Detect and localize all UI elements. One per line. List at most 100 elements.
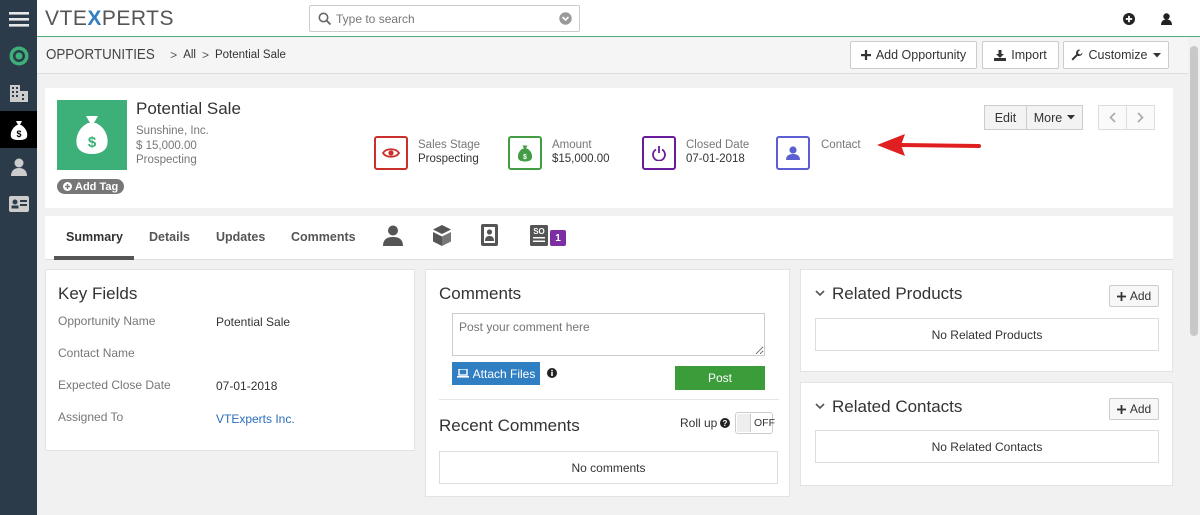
record-header-card: $ Potential Sale Sunshine, Inc. $ 15,000… [45,88,1173,208]
home-dashboard-icon[interactable] [0,37,37,74]
customize-label: Customize [1088,48,1148,62]
leads-card-icon[interactable] [0,185,37,222]
search-input[interactable]: Type to search [309,5,580,32]
search-dropdown-icon[interactable] [559,12,572,25]
wrench-icon [1071,49,1083,61]
plus-icon [1116,291,1126,301]
add-contact-button[interactable]: Add [1109,398,1159,420]
logo-text-post: PERTS [101,7,174,30]
plus-icon [860,50,871,60]
record-title: Potential Sale [136,99,241,118]
quick-create-icon[interactable] [1123,13,1135,25]
attach-files-button[interactable]: Attach Files [452,362,540,385]
toggle-state: OFF [754,417,775,429]
import-button[interactable]: Import [982,41,1059,69]
sales-order-count-badge: 1 [550,230,566,246]
add-tag-button[interactable]: Add Tag [57,179,125,194]
breadcrumb-filter[interactable]: All [183,49,196,61]
chevron-down-icon[interactable] [815,290,825,297]
logo-text-x: X [87,7,102,30]
related-products-title[interactable]: Related Products [832,284,962,304]
no-related-contacts-box: No Related Contacts [815,430,1159,463]
tab-sales-order-icon[interactable]: SO [530,225,548,246]
amount-label: Amount [552,139,592,151]
import-label: Import [1011,48,1047,62]
tab-products-icon[interactable] [432,225,452,246]
tab-details[interactable]: Details [149,230,190,244]
active-tab-indicator [54,256,134,260]
amount-value[interactable]: $15,000.00 [552,153,610,165]
opportunities-icon[interactable]: $ [0,111,37,148]
tab-contacts-icon[interactable] [383,225,403,246]
edit-button[interactable]: Edit [984,105,1027,130]
field-label-assigned-to: Assigned To [58,410,124,424]
previous-record-button[interactable] [1098,105,1127,130]
related-products-panel: Related Products Add No Related Products [800,269,1173,372]
sales-stage-icon-box [374,136,408,170]
add-tag-label: Add Tag [75,180,119,193]
more-button[interactable]: More [1026,105,1083,130]
contacts-icon[interactable] [0,148,37,185]
info-icon[interactable] [547,368,557,378]
power-icon [652,145,666,161]
search-placeholder: Type to search [336,12,415,26]
no-comments-box: No comments [439,451,778,484]
plus-icon [1116,404,1126,414]
chevron-down-icon[interactable] [815,403,825,410]
svg-text:?: ? [723,419,728,428]
closed-date-icon-box [642,136,676,170]
field-value-expected-close-date[interactable]: 07-01-2018 [216,379,277,393]
menu-icon[interactable] [0,0,37,37]
add-product-button[interactable]: Add [1109,285,1159,307]
search-icon [318,12,331,25]
no-related-products-box: No Related Products [815,318,1159,351]
tab-updates[interactable]: Updates [216,230,265,244]
vtexperts-logo[interactable]: VTEXPERTS [45,7,174,31]
tab-documents-icon[interactable] [481,224,498,246]
tab-comments[interactable]: Comments [291,230,356,244]
download-icon [994,49,1007,61]
add-opportunity-label: Add Opportunity [875,48,967,62]
breadcrumb-separator: > [170,48,178,62]
breadcrumb-module[interactable]: OPPORTUNITIES [46,47,155,63]
logo-text-pre: VTE [45,7,88,30]
roll-up-label: Roll up [680,416,718,430]
customize-button[interactable]: Customize [1063,41,1169,69]
page-scrollbar[interactable] [1188,38,1200,515]
money-bag-icon: $ [518,145,532,161]
scrollbar-thumb[interactable] [1190,46,1198,336]
key-fields-panel: Key Fields Opportunity Name Potential Sa… [45,269,415,451]
sales-stage-value[interactable]: Prospecting [418,153,479,165]
record-organization[interactable]: Sunshine, Inc. [136,125,209,137]
field-value-opportunity-name[interactable]: Potential Sale [216,315,290,329]
amount-icon-box: $ [508,136,542,170]
contact-icon-box [776,136,810,170]
closed-date-label: Closed Date [686,139,750,151]
module-header-bar: OPPORTUNITIES > All > Potential Sale Add… [37,38,1200,74]
related-contacts-title[interactable]: Related Contacts [832,397,962,417]
closed-date-value[interactable]: 07-01-2018 [686,153,745,165]
breadcrumb-separator: > [201,48,209,62]
attach-files-label: Attach Files [472,366,536,381]
annotation-arrow-icon [877,134,981,156]
comments-panel: Comments Attach Files Post Recent Commen… [425,269,790,497]
top-bar: VTEXPERTS Type to search [37,0,1200,37]
field-label-expected-close-date: Expected Close Date [58,378,171,392]
field-label-opportunity-name: Opportunity Name [58,314,156,328]
roll-up-toggle[interactable]: OFF [735,412,775,434]
post-comment-button[interactable]: Post [675,366,765,390]
tab-summary[interactable]: Summary [66,230,123,244]
caret-down-icon [1152,52,1161,57]
next-record-button[interactable] [1126,105,1155,130]
organizations-icon[interactable] [0,74,37,111]
field-value-assigned-to[interactable]: VTExperts Inc. [216,412,295,426]
chevron-left-icon [1109,112,1116,123]
svg-text:$: $ [16,129,21,139]
caret-down-icon [1067,115,1076,120]
help-icon[interactable]: ? [720,418,730,428]
comment-textarea[interactable] [452,313,765,356]
add-opportunity-button[interactable]: Add Opportunity [850,41,977,69]
record-tabs: Summary Details Updates Comments SO 1 [45,216,1173,260]
record-amount: $ 15,000.00 [136,140,197,152]
user-profile-icon[interactable] [1161,13,1172,25]
